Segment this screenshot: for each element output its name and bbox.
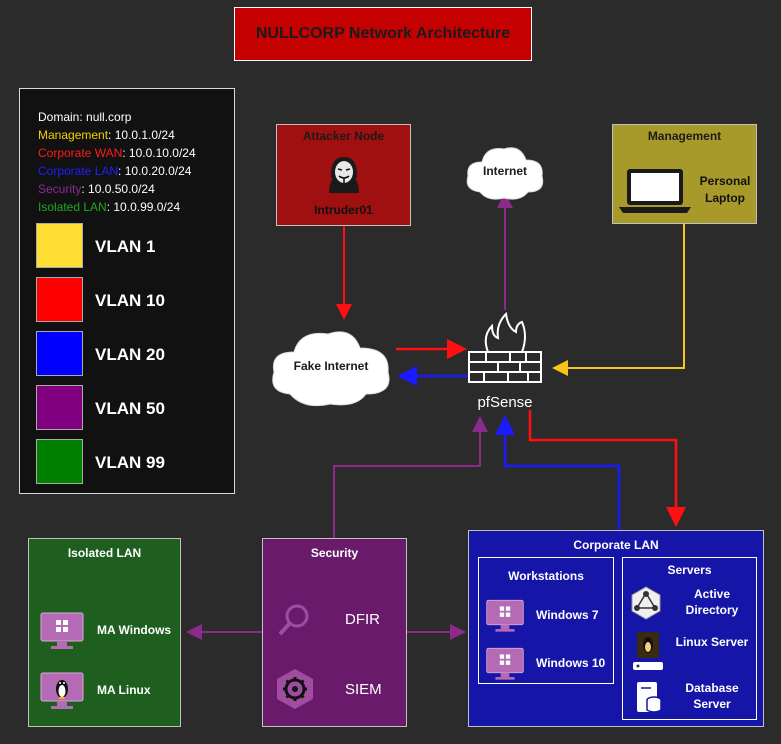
- management-node: Management Personal Laptop: [612, 124, 757, 224]
- workstation-windows-7: Windows 7: [536, 608, 599, 622]
- legend-domain: Domain: null.corp: [38, 110, 132, 124]
- vlan-50-swatch: [36, 385, 83, 430]
- database-icon: [637, 682, 662, 713]
- vlan-50-label: VLAN 50: [95, 399, 165, 418]
- security-panel: Security DFIR SIEM: [262, 538, 407, 727]
- servers-group: Servers Active Directory Linux Server Da…: [622, 557, 757, 720]
- linux-monitor-icon: [40, 672, 84, 709]
- workstation-windows-10: Windows 10: [536, 656, 606, 670]
- isolated-lan-title: Isolated LAN: [67, 546, 142, 560]
- linux-server-icon: [633, 632, 663, 670]
- isolated-item-ma-windows: MA Windows: [97, 623, 172, 637]
- corporate-lan-panel: Corporate LAN Workstations Windows 7 Win…: [468, 530, 764, 727]
- management-device-label: Personal Laptop: [699, 174, 751, 205]
- vlan-10-swatch: [36, 277, 83, 322]
- workstations-title: Workstations: [508, 569, 584, 583]
- firewall-icon: [468, 312, 542, 383]
- attacker-title: Attacker Node: [302, 129, 385, 143]
- server-linux: Linux Server: [675, 635, 749, 649]
- link-management-pfsense: [552, 224, 685, 376]
- vlan-20-label: VLAN 20: [95, 345, 165, 364]
- corporate-lan-title: Corporate LAN: [573, 538, 659, 552]
- attacker-name: Intruder01: [314, 203, 373, 217]
- attacker-node: Attacker Node Intruder01: [276, 124, 411, 226]
- isolated-lan-panel: Isolated LAN MA Windows MA Linux: [28, 538, 181, 727]
- security-item-dfir: DFIR: [345, 611, 380, 628]
- firewall-label: pfSense: [477, 394, 533, 411]
- server-database: Database Server: [685, 681, 739, 711]
- legend-network-corporate-lan: Corporate LAN: 10.0.20.0/24: [38, 164, 192, 178]
- vlan-99-swatch: [36, 439, 83, 484]
- legend-network-security: Security: 10.0.50.0/24: [38, 182, 155, 196]
- isolated-item-ma-linux: MA Linux: [97, 683, 151, 697]
- servers-title: Servers: [667, 563, 712, 577]
- vlan-99-label: VLAN 99: [95, 453, 165, 472]
- link-security-pfsense: [333, 416, 488, 538]
- legend-panel: Domain: null.corp Management: 10.0.1.0/2…: [19, 88, 235, 494]
- vlan-20-swatch: [36, 331, 83, 376]
- hacker-mask-icon: [329, 157, 359, 193]
- windows10-monitor-icon: [486, 647, 524, 680]
- workstations-group: Workstations Windows 7 Windows 10: [478, 557, 614, 684]
- active-directory-icon: [631, 586, 661, 620]
- security-title: Security: [310, 546, 359, 560]
- laptop-icon: [619, 169, 691, 213]
- vlan-1-swatch: [36, 223, 83, 268]
- legend-network-corporate-wan: Corporate WAN: 10.0.10.0/24: [38, 146, 196, 160]
- server-active-directory: Active Directory: [685, 587, 739, 617]
- management-title: Management: [647, 129, 722, 143]
- legend-network-management: Management: 10.0.1.0/24: [38, 128, 175, 142]
- internet-label: Internet: [482, 164, 527, 178]
- link-corporate-lan-pfsense: [495, 415, 621, 530]
- diagram-title: NULLCORP Network Architecture: [234, 7, 532, 61]
- vlan-1-label: VLAN 1: [95, 237, 156, 256]
- legend-network-isolated-lan: Isolated LAN: 10.0.99.0/24: [38, 200, 181, 214]
- fake-internet-label: Fake Internet: [293, 359, 369, 373]
- windows-monitor-icon: [40, 612, 84, 649]
- windows7-monitor-icon: [486, 599, 524, 632]
- security-item-siem: SIEM: [345, 681, 382, 698]
- siem-gear-icon: [277, 669, 313, 709]
- magnifier-icon: [278, 604, 309, 636]
- vlan-10-label: VLAN 10: [95, 291, 165, 310]
